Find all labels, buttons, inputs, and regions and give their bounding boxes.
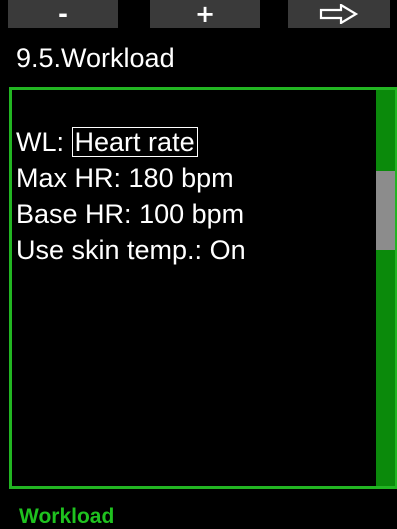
max-hr-row[interactable]: Max HR: 180 bpm — [16, 160, 246, 196]
skin-temp-label: Use skin temp.: — [16, 235, 203, 265]
softkey-bar: - + — [0, 0, 397, 28]
max-hr-value[interactable]: 180 bpm — [129, 163, 234, 193]
workload-mode-value[interactable]: Heart rate — [71, 127, 198, 157]
minus-button[interactable]: - — [8, 0, 118, 28]
max-hr-label: Max HR: — [16, 163, 122, 193]
page-title: 9.5.Workload — [16, 43, 175, 73]
next-button[interactable] — [288, 0, 390, 28]
workload-mode-row[interactable]: WL: Heart rate — [16, 124, 246, 160]
settings-list: WL: Heart rate Max HR: 180 bpm Base HR: … — [16, 124, 246, 268]
skin-temp-value[interactable]: On — [210, 235, 246, 265]
footer-label: Workload — [19, 505, 115, 528]
base-hr-label: Base HR: — [16, 199, 132, 229]
plus-button[interactable]: + — [150, 0, 260, 28]
arrow-right-outline-icon — [319, 4, 359, 24]
base-hr-value[interactable]: 100 bpm — [139, 199, 244, 229]
settings-panel: WL: Heart rate Max HR: 180 bpm Base HR: … — [9, 87, 379, 489]
base-hr-row[interactable]: Base HR: 100 bpm — [16, 196, 246, 232]
skin-temp-row[interactable]: Use skin temp.: On — [16, 232, 246, 268]
workload-mode-label: WL: — [16, 127, 65, 157]
scrollbar[interactable] — [376, 87, 397, 489]
scroll-thumb[interactable] — [376, 171, 395, 250]
